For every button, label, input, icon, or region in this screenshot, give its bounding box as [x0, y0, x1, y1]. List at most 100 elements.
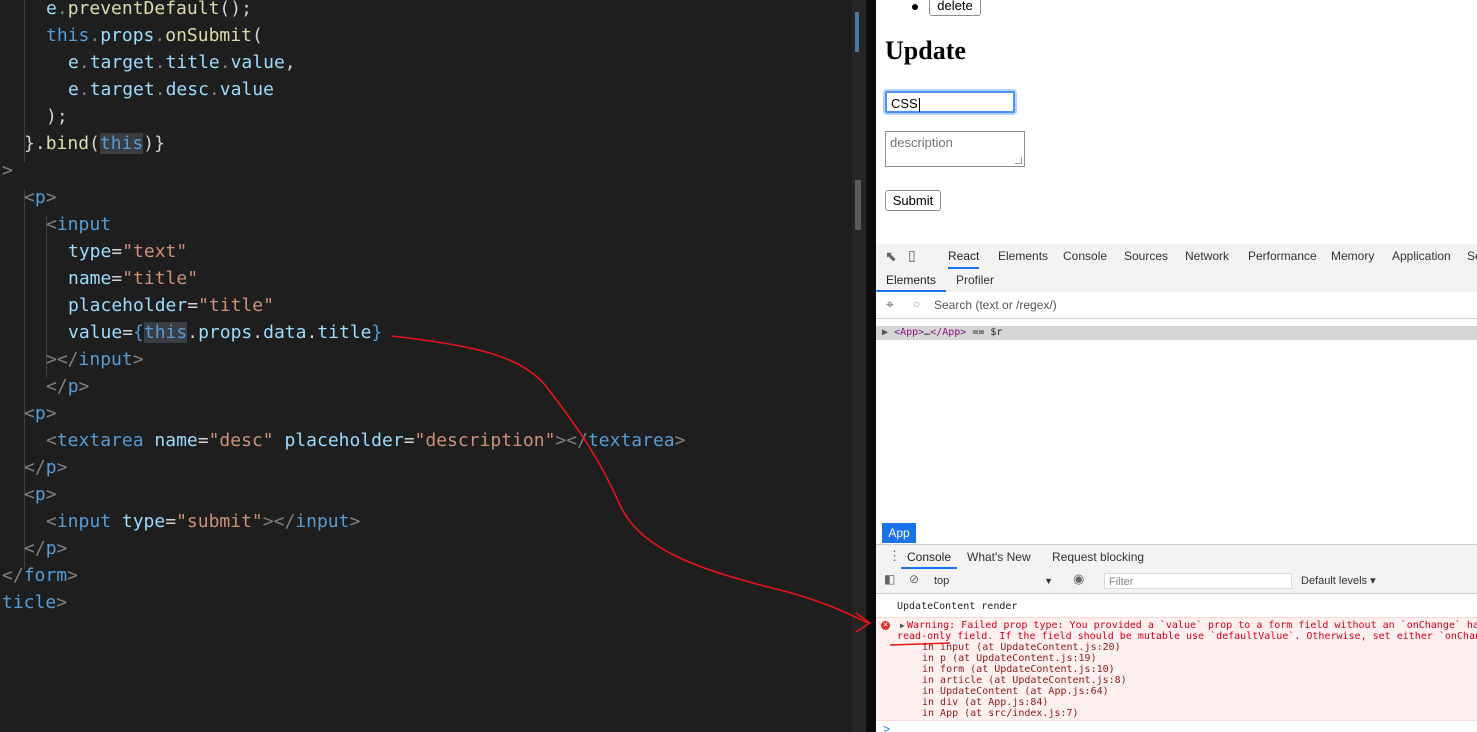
component-search-input[interactable]: Search (text or /regex/)	[934, 298, 1057, 312]
code-token: >	[132, 349, 144, 370]
tab-overflow[interactable]: Se	[1467, 244, 1477, 269]
stack-line[interactable]: in UpdateContent (at App.js:64)	[922, 686, 1109, 697]
subtab-elements[interactable]: Elements	[876, 269, 946, 292]
submit-button[interactable]: Submit	[885, 190, 941, 211]
devtools-tab-bar: ⬉ ▯ React Elements Console Sources Netwo…	[876, 244, 1477, 270]
code-token: input	[56, 214, 112, 235]
code-token: this	[46, 25, 90, 46]
code-line[interactable]: <p>	[24, 481, 57, 508]
tab-elements[interactable]: Elements	[998, 244, 1048, 269]
app-breadcrumb[interactable]: App	[882, 523, 916, 543]
code-line[interactable]: <p>	[24, 400, 57, 427]
inspect-element-icon[interactable]: ⬉	[885, 249, 897, 263]
drawer-tab-console[interactable]: Console	[901, 545, 957, 569]
title-input[interactable]: CSS	[885, 91, 1015, 113]
code-line[interactable]: e.target.desc.value	[68, 76, 274, 103]
pane-divider[interactable]	[866, 0, 876, 732]
eye-icon[interactable]: ◉	[1073, 572, 1084, 585]
scrollbar-marker	[855, 12, 859, 52]
drawer-tab-whats-new[interactable]: What's New	[967, 545, 1031, 569]
code-token: "submit"	[176, 511, 263, 532]
console-filter-input[interactable]: Filter	[1104, 573, 1292, 589]
stack-line[interactable]: in div (at App.js:84)	[922, 697, 1048, 708]
code-line[interactable]: <p>	[24, 184, 57, 211]
delete-button[interactable]: delete	[929, 0, 981, 16]
error-line-1: Warning: Failed prop type: You provided …	[907, 620, 1477, 631]
code-line[interactable]: type="text"	[68, 238, 187, 265]
code-line[interactable]: e.preventDefault();	[46, 0, 252, 22]
code-token: p	[45, 538, 57, 559]
code-token: e	[68, 52, 79, 73]
code-line[interactable]: this.props.onSubmit(	[46, 22, 263, 49]
tab-react[interactable]: React	[948, 244, 980, 269]
expand-arrow-icon[interactable]: ▶	[900, 620, 905, 631]
device-toolbar-icon[interactable]: ▯	[908, 248, 916, 262]
resize-handle-icon[interactable]	[1015, 157, 1022, 164]
drawer-tab-request-blocking[interactable]: Request blocking	[1052, 545, 1144, 569]
code-editor[interactable]: e.preventDefault(); this.props.onSubmit(e…	[0, 0, 866, 732]
tab-memory[interactable]: Memory	[1331, 244, 1374, 269]
tab-network[interactable]: Network	[1185, 244, 1229, 269]
subtab-profiler[interactable]: Profiler	[956, 269, 994, 292]
code-token: bind	[45, 133, 90, 154]
select-component-icon[interactable]: ⌖	[886, 297, 894, 311]
drawer-tab-bar: ⋮ Console What's New Request blocking	[876, 544, 1477, 570]
code-token: }.	[24, 133, 46, 154]
page-title: Update	[885, 36, 966, 65]
tab-console[interactable]: Console	[1063, 244, 1107, 269]
code-line[interactable]: <textarea name="desc" placeholder="descr…	[46, 427, 685, 454]
code-line[interactable]: }.bind(this)}	[24, 130, 165, 157]
code-line[interactable]: name="title"	[68, 265, 198, 292]
code-line[interactable]: ticle>	[2, 589, 67, 616]
tab-sources[interactable]: Sources	[1124, 244, 1168, 269]
stack-line[interactable]: in input (at UpdateContent.js:20)	[922, 642, 1121, 653]
code-token: e	[68, 79, 79, 100]
rendered-page: delete Update CSS description Submit	[876, 0, 1477, 244]
code-token: =	[122, 322, 134, 343]
code-token: .	[56, 0, 68, 19]
code-line[interactable]: </p>	[24, 454, 67, 481]
code-line[interactable]: <input	[46, 211, 111, 238]
code-token: =	[111, 241, 123, 262]
more-menu-icon[interactable]: ⋮	[888, 549, 901, 562]
clear-console-icon[interactable]: ⊘	[909, 573, 919, 585]
code-line[interactable]: value={this.props.data.title}	[68, 319, 382, 346]
error-line-2: read-only field. If the field should be …	[897, 631, 1477, 642]
stack-line[interactable]: in form (at UpdateContent.js:10)	[922, 664, 1115, 675]
error-icon: ✕	[881, 621, 890, 630]
tab-performance[interactable]: Performance	[1248, 244, 1317, 269]
code-line[interactable]: placeholder="title"	[68, 292, 274, 319]
stack-line[interactable]: in article (at UpdateContent.js:8)	[922, 675, 1127, 686]
log-levels-select[interactable]: Default levels ▾	[1301, 573, 1376, 589]
console-log-message: UpdateContent render	[897, 601, 1018, 612]
code-line[interactable]: </p>	[46, 373, 89, 400]
tab-application[interactable]: Application	[1392, 244, 1451, 269]
code-line[interactable]: </p>	[24, 535, 67, 562]
code-line[interactable]: e.target.title.value,	[68, 49, 296, 76]
code-token: p	[34, 484, 46, 505]
code-token: type	[68, 241, 112, 262]
code-line[interactable]: ></input>	[46, 346, 144, 373]
console-error-message[interactable]: ✕ ▶ Warning: Failed prop type: You provi…	[876, 617, 1477, 721]
code-token: p	[34, 187, 46, 208]
code-token: placeholder	[68, 295, 188, 316]
code-token: );	[46, 106, 68, 127]
code-token: >	[45, 187, 57, 208]
code-line[interactable]: </form>	[2, 562, 78, 589]
scrollbar-thumb[interactable]	[855, 180, 861, 230]
sidebar-toggle-icon[interactable]: ◧	[884, 573, 895, 585]
description-textarea[interactable]: description	[885, 131, 1025, 167]
code-token: .	[154, 52, 166, 73]
code-line[interactable]: >	[2, 157, 13, 184]
stack-line[interactable]: in p (at UpdateContent.js:19)	[922, 653, 1097, 664]
code-token: </	[46, 376, 68, 397]
code-line[interactable]: );	[46, 103, 68, 130]
stack-line[interactable]: in App (at src/index.js:7)	[922, 708, 1079, 719]
console-prompt[interactable]: >	[883, 722, 890, 732]
component-tree-row[interactable]: ▶ <App>…</App> == $r	[876, 326, 1477, 340]
code-line[interactable]: <input type="submit"></input>	[46, 508, 360, 535]
expand-arrow-icon[interactable]: ▶	[882, 327, 888, 338]
editor-scrollbar[interactable]	[852, 0, 866, 732]
context-select[interactable]: top ▼	[934, 572, 1059, 590]
